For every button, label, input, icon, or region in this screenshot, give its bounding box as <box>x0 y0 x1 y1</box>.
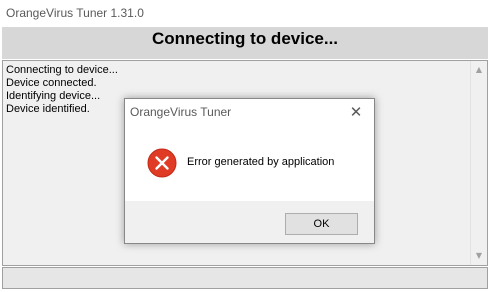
scroll-down-arrow-icon[interactable]: ▼ <box>471 249 487 263</box>
title-bar[interactable]: OrangeVirus Tuner 1.31.0 <box>0 0 490 27</box>
dialog-body: Error generated by application <box>125 126 374 201</box>
close-icon[interactable]: ✕ <box>344 101 368 123</box>
error-dialog: OrangeVirus Tuner ✕ Error generated by a… <box>124 98 375 244</box>
dialog-message: Error generated by application <box>187 156 335 168</box>
window-title: OrangeVirus Tuner 1.31.0 <box>6 6 144 20</box>
dialog-footer: OK <box>125 201 374 243</box>
dialog-title: OrangeVirus Tuner <box>130 105 232 119</box>
log-line: Device identified. <box>6 103 90 115</box>
log-line: Connecting to device... <box>6 64 118 76</box>
log-line: Identifying device... <box>6 90 101 102</box>
vertical-scrollbar[interactable]: ▲ ▼ <box>470 61 487 265</box>
scroll-up-arrow-icon[interactable]: ▲ <box>471 63 487 77</box>
log-line: Device connected. <box>6 77 97 89</box>
ok-button[interactable]: OK <box>285 213 358 235</box>
error-icon <box>147 148 177 178</box>
log-list: Connecting to device... Device connected… <box>6 64 118 116</box>
banner-text: Connecting to device... <box>151 29 339 48</box>
status-bar <box>2 267 488 289</box>
status-banner: Connecting to device... <box>2 27 488 59</box>
